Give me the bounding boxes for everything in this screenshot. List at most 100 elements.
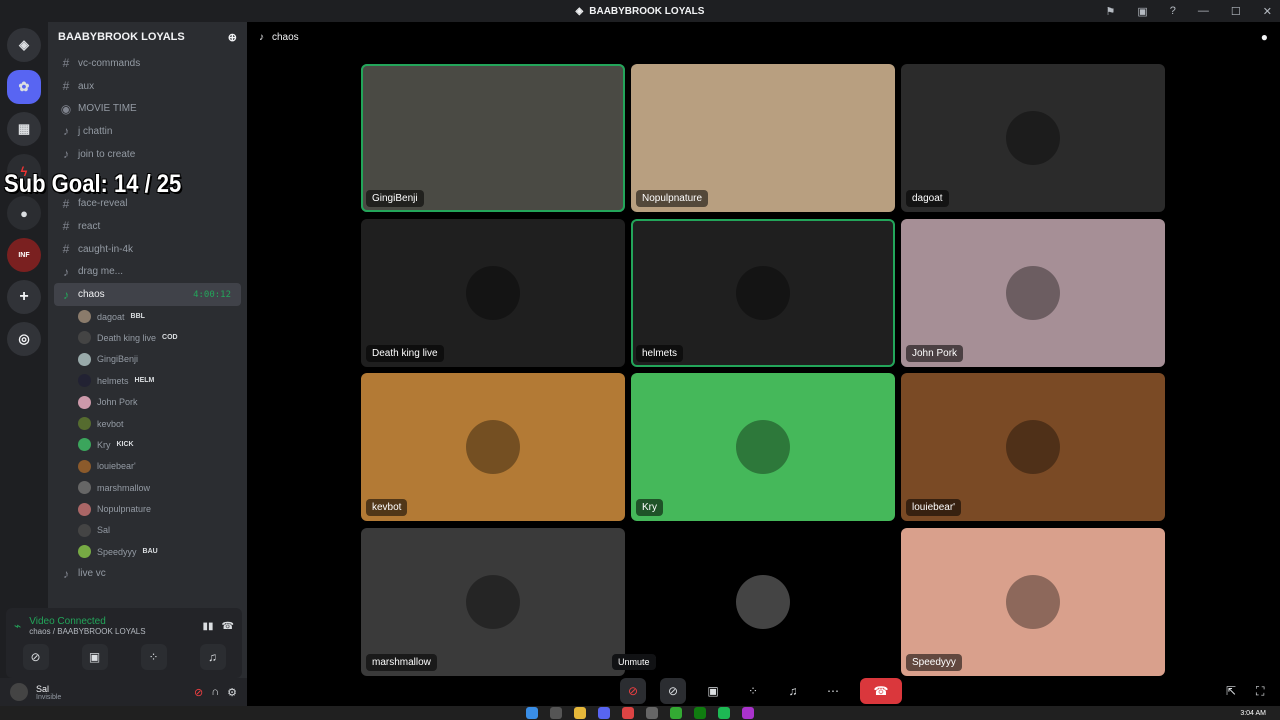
video-tile[interactable]: Speedyyy [901, 527, 1165, 676]
xbox-icon[interactable] [694, 707, 706, 719]
channel-label: vc-commands [78, 57, 141, 69]
voice-member[interactable]: Speedyyy BAU [48, 541, 247, 562]
hashtag-icon: # [62, 242, 70, 257]
video-tile[interactable]: dagoat [901, 64, 1165, 212]
mic-muted-button[interactable]: ⊘ [620, 678, 646, 704]
channel-item[interactable]: ♪ live vc [48, 563, 247, 586]
mute-icon[interactable]: ⊘ [194, 686, 203, 699]
avatar [78, 481, 91, 495]
server-folder-icon[interactable]: ▦ [7, 112, 41, 146]
channel-item[interactable]: # vc-commands [48, 52, 247, 75]
help-icon[interactable]: ? [1170, 5, 1176, 17]
server-icon[interactable]: INF [7, 238, 41, 272]
video-tile[interactable]: helmets [631, 218, 895, 367]
search-icon[interactable] [550, 707, 562, 719]
member-name: Nopulpnature [97, 504, 152, 515]
tile-nameplate: louiebear' [906, 499, 962, 516]
video-tile[interactable]: marshmallow [361, 527, 625, 676]
channel-label: face-reveal [78, 198, 128, 210]
server-header[interactable]: BAABYBROOK LOYALS ⊕ [48, 22, 247, 52]
channel-item[interactable]: ♪ j chattin [48, 120, 247, 143]
spotify-icon[interactable] [718, 707, 730, 719]
channel-item[interactable]: ◉ MOVIE TIME [48, 97, 247, 120]
chrome-icon[interactable] [622, 707, 634, 719]
camera-toggle-button[interactable]: ⊘ [22, 644, 49, 670]
channel-item[interactable]: ♪ join to create [48, 143, 247, 166]
invite-icon[interactable]: ⊕ [228, 31, 237, 44]
username: Sal [36, 683, 50, 694]
member-name: Kry [97, 439, 111, 450]
activities-button[interactable]: ⁘ [740, 678, 766, 704]
voice-member[interactable]: Sal [48, 520, 247, 541]
popout-icon[interactable]: ⇱ [1226, 684, 1236, 698]
home-icon[interactable]: ◈ [7, 28, 41, 62]
server-icon[interactable]: ✿ [7, 70, 41, 104]
video-tile[interactable]: kevbot [361, 373, 625, 521]
channel-item-active[interactable]: ♪ chaos 4:00:12 [54, 283, 241, 306]
channel-item[interactable]: ♪ drag me... [48, 261, 247, 284]
video-tile[interactable]: Kry [631, 373, 895, 521]
more-button[interactable]: ⋯ [820, 678, 846, 704]
video-tile[interactable]: Nopulpnature [631, 64, 895, 212]
folder-icon[interactable] [574, 707, 586, 719]
video-tile[interactable]: Death king live [361, 218, 625, 367]
avatar[interactable] [10, 683, 28, 701]
tile-nameplate: kevbot [366, 499, 408, 516]
activities-button[interactable]: ⁘ [140, 644, 167, 670]
voice-member[interactable]: Kry KICK [48, 434, 247, 455]
member-name: helmets [97, 375, 129, 386]
screen-icon[interactable]: ▣ [1137, 5, 1147, 18]
close-button[interactable]: ✕ [1263, 5, 1272, 18]
noise-icon[interactable]: ▮▮ [203, 621, 214, 632]
voice-member[interactable]: marshmallow [48, 477, 247, 498]
add-server-icon[interactable]: + [7, 280, 41, 314]
voice-member[interactable]: Nopulpnature [48, 498, 247, 519]
voice-member[interactable]: kevbot [48, 413, 247, 434]
member-tag: BAU [142, 548, 158, 556]
leave-call-button[interactable]: ☎ [860, 678, 902, 704]
app-icon[interactable] [742, 707, 754, 719]
tile-nameplate: helmets [636, 344, 684, 362]
stage-header: ♪ chaos ● [247, 22, 1280, 52]
camera-off-button[interactable]: ⊘ [660, 678, 686, 704]
voice-member[interactable]: Death king live COD [48, 327, 247, 348]
voice-member[interactable]: GingiBenji [48, 349, 247, 370]
screen-share-button[interactable]: ▣ [81, 644, 108, 670]
channel-item[interactable]: # caught-in-4k [48, 238, 247, 261]
discord-taskbar-icon[interactable] [598, 707, 610, 719]
member-name: louiebear' [97, 461, 136, 472]
video-tile[interactable]: Sal [631, 527, 895, 676]
disconnect-icon[interactable]: ☎ [222, 621, 234, 632]
voice-location[interactable]: chaos / BAABYBROOK LOYALS [29, 627, 145, 636]
headset-icon[interactable]: ∩ [211, 686, 219, 698]
channel-label: join to create [78, 148, 136, 160]
video-tile[interactable]: louiebear' [901, 373, 1165, 521]
inbox-icon[interactable]: ⚑ [1106, 5, 1116, 18]
voice-member[interactable]: dagoat BBL [48, 306, 247, 327]
channel-item[interactable]: # aux [48, 75, 247, 98]
server-icon[interactable]: ● [7, 196, 41, 230]
maximize-button[interactable]: ☐ [1231, 5, 1241, 18]
minimize-button[interactable]: — [1198, 5, 1209, 17]
app-icon[interactable] [670, 707, 682, 719]
video-tile[interactable]: GingiBenji [361, 64, 625, 212]
explore-icon[interactable]: ◎ [7, 322, 41, 356]
member-name: marshmallow [97, 482, 151, 493]
avatar [78, 310, 91, 324]
soundboard-button[interactable]: ♫ [199, 644, 226, 670]
fullscreen-icon[interactable]: ⛶ [1256, 684, 1264, 699]
video-tile[interactable]: John Pork [901, 218, 1165, 367]
chat-icon[interactable]: ● [1261, 30, 1268, 44]
voice-member[interactable]: helmets HELM [48, 370, 247, 391]
member-name: Sal [97, 525, 111, 536]
voice-member[interactable]: John Pork [48, 391, 247, 412]
screen-share-button[interactable]: ▣ [700, 678, 726, 704]
tile-nameplate: Nopulpnature [636, 190, 709, 207]
soundboard-button[interactable]: ♫ [780, 678, 806, 704]
clock[interactable]: 3:04 AM [1240, 710, 1266, 717]
voice-member[interactable]: louiebear' [48, 456, 247, 477]
settings-icon[interactable]: ⚙ [227, 686, 237, 699]
app-icon[interactable] [646, 707, 658, 719]
channel-item[interactable]: # react [48, 215, 247, 238]
start-icon[interactable] [526, 707, 538, 719]
